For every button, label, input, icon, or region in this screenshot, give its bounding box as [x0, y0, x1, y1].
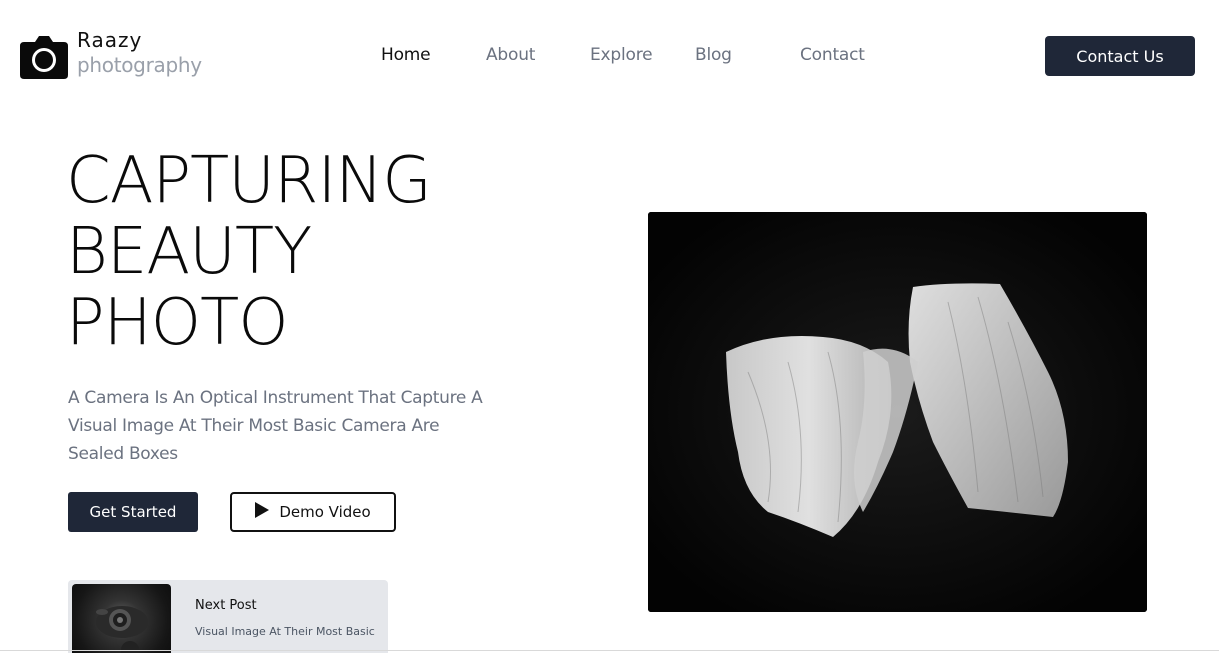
next-post-label: Next Post [195, 598, 257, 613]
hero-title: CAPTURING BEAUTY PHOTO [66, 144, 432, 360]
next-post-thumbnail [72, 584, 171, 653]
main-nav: Home About Explore Blog Contact [0, 45, 1219, 67]
contact-us-button[interactable]: Contact Us [1045, 36, 1195, 76]
hero-title-line-3: PHOTO [66, 286, 289, 360]
demo-video-button[interactable]: Demo Video [230, 492, 396, 532]
get-started-button[interactable]: Get Started [68, 492, 198, 532]
hero-title-line-2: BEAUTY [66, 215, 312, 289]
next-post-text: Visual Image At Their Most Basic [195, 625, 375, 638]
demo-video-label: Demo Video [279, 503, 371, 521]
next-post-card[interactable]: Next Post Visual Image At Their Most Bas… [68, 580, 388, 653]
hero-title-line-1: CAPTURING [66, 144, 432, 218]
nav-item-blog[interactable]: Blog [695, 45, 732, 65]
nav-item-about[interactable]: About [486, 45, 535, 65]
nav-item-contact[interactable]: Contact [800, 45, 865, 65]
hero-image [648, 212, 1147, 612]
page-divider [0, 650, 1219, 651]
play-icon [255, 502, 270, 522]
hero-description: A Camera Is An Optical Instrument That C… [68, 388, 483, 464]
nav-item-explore[interactable]: Explore [590, 45, 653, 65]
nav-item-home[interactable]: Home [381, 45, 431, 65]
